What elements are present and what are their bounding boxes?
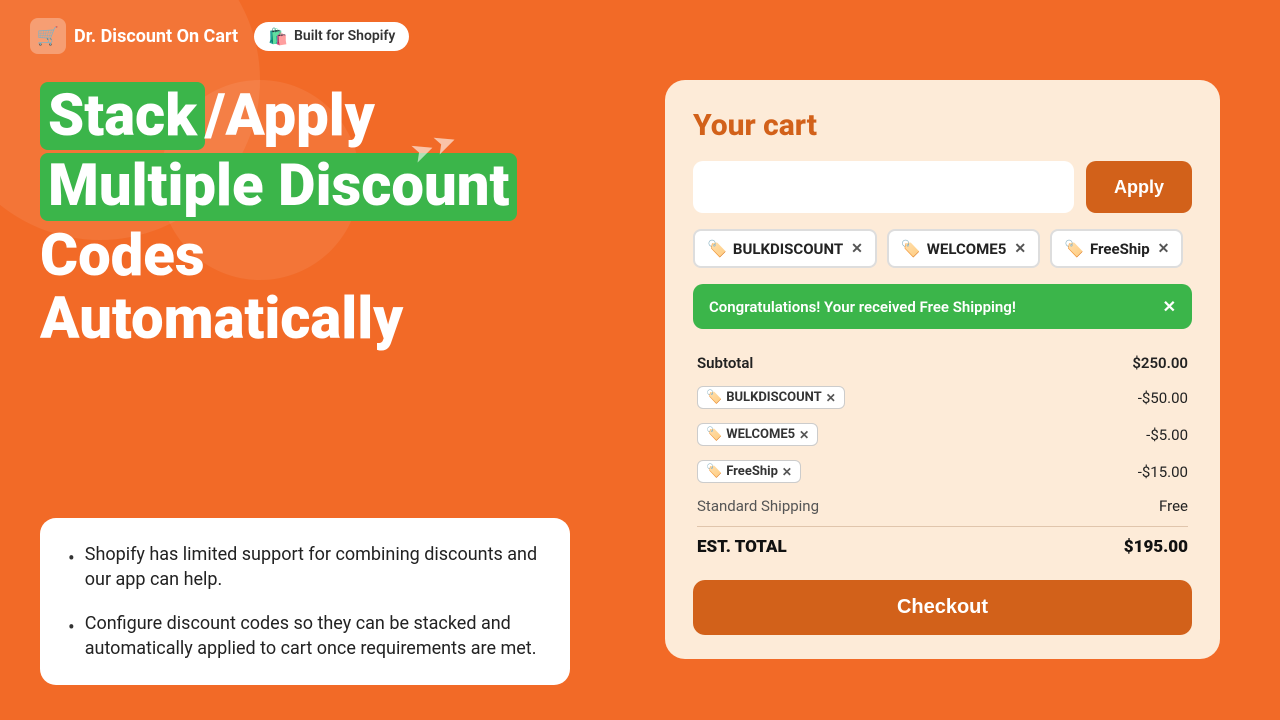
tags-row: 🏷️ BULKDISCOUNT ✕ 🏷️ WELCOME5 ✕ 🏷️ FreeS… bbox=[693, 229, 1192, 268]
tag-welcome5: 🏷️ WELCOME5 ✕ bbox=[887, 229, 1040, 268]
cart-panel: Your cart Apply 🏷️ BULKDISCOUNT ✕ 🏷️ WEL… bbox=[665, 80, 1220, 659]
line-tag-icon-3: 🏷️ bbox=[706, 464, 722, 479]
bullet-dot-2: • bbox=[68, 613, 75, 641]
bullet-dot-1: • bbox=[68, 544, 75, 572]
success-close[interactable]: ✕ bbox=[1163, 297, 1176, 316]
tag-remove-1[interactable]: ✕ bbox=[851, 241, 863, 257]
tag-label-3: FreeShip bbox=[1090, 240, 1150, 258]
bullet-item-2: • Configure discount codes so they can b… bbox=[68, 611, 542, 661]
welcome5-label: 🏷️ WELCOME5 ✕ bbox=[697, 423, 818, 446]
bullet-text-2: Configure discount codes so they can be … bbox=[85, 611, 542, 661]
headline-stack: Stack bbox=[40, 82, 205, 150]
cart-line-total: EST. TOTAL $195.00 bbox=[697, 526, 1188, 564]
apply-button[interactable]: Apply bbox=[1086, 161, 1192, 213]
line-tag-freeship: 🏷️ FreeShip ✕ bbox=[697, 460, 801, 483]
line-tag-bulk: 🏷️ BULKDISCOUNT ✕ bbox=[697, 386, 845, 409]
line-remove-2[interactable]: ✕ bbox=[799, 428, 809, 442]
success-message: Congratulations! Your received Free Ship… bbox=[709, 298, 1016, 316]
subtotal-value: $250.00 bbox=[1132, 354, 1188, 372]
tag-icon-2: 🏷️ bbox=[901, 239, 921, 258]
logo-text: Dr. Discount On Cart bbox=[74, 26, 238, 47]
cart-title: Your cart bbox=[693, 108, 1192, 143]
coupon-input[interactable] bbox=[693, 161, 1074, 213]
logo-icon: 🛒 bbox=[30, 18, 66, 54]
shipping-label: Standard Shipping bbox=[697, 497, 819, 515]
left-content: Stack/Apply Multiple Discount Codes Auto… bbox=[40, 85, 580, 360]
headline-line3: Codes Automatically bbox=[40, 225, 580, 353]
tag-remove-3[interactable]: ✕ bbox=[1158, 241, 1170, 257]
total-label: EST. TOTAL bbox=[697, 537, 787, 557]
line-remove-3[interactable]: ✕ bbox=[782, 465, 792, 479]
tag-icon-3: 🏷️ bbox=[1064, 239, 1084, 258]
total-value: $195.00 bbox=[1124, 537, 1188, 557]
bulkdiscount-label: 🏷️ BULKDISCOUNT ✕ bbox=[697, 386, 845, 409]
cart-lines: Subtotal $250.00 🏷️ BULKDISCOUNT ✕ -$50.… bbox=[693, 347, 1192, 564]
cart-line-freeship: 🏷️ FreeShip ✕ -$15.00 bbox=[697, 453, 1188, 490]
line-tag-icon-1: 🏷️ bbox=[706, 390, 722, 405]
bullet-item-1: • Shopify has limited support for combin… bbox=[68, 542, 542, 592]
cart-line-subtotal: Subtotal $250.00 bbox=[697, 347, 1188, 379]
cart-line-welcome5: 🏷️ WELCOME5 ✕ -$5.00 bbox=[697, 416, 1188, 453]
tag-label-2: WELCOME5 bbox=[927, 240, 1007, 258]
line-tag-icon-2: 🏷️ bbox=[706, 427, 722, 442]
bullet-box: • Shopify has limited support for combin… bbox=[40, 518, 570, 685]
header: 🛒 Dr. Discount On Cart 🛍️ Built for Shop… bbox=[30, 18, 409, 54]
freeship-value: -$15.00 bbox=[1138, 463, 1188, 481]
headline: Stack/Apply Multiple Discount Codes Auto… bbox=[40, 85, 580, 352]
shopify-icon: 🛍️ bbox=[268, 27, 288, 46]
cart-line-bulkdiscount: 🏷️ BULKDISCOUNT ✕ -$50.00 bbox=[697, 379, 1188, 416]
tag-freeship: 🏷️ FreeShip ✕ bbox=[1050, 229, 1183, 268]
tag-remove-2[interactable]: ✕ bbox=[1014, 241, 1026, 257]
freeship-label: 🏷️ FreeShip ✕ bbox=[697, 460, 801, 483]
shopify-badge: 🛍️ Built for Shopify bbox=[254, 22, 409, 51]
checkout-button[interactable]: Checkout bbox=[693, 580, 1192, 635]
headline-slash: / bbox=[205, 82, 225, 150]
logo: 🛒 Dr. Discount On Cart bbox=[30, 18, 238, 54]
bulkdiscount-value: -$50.00 bbox=[1138, 389, 1188, 407]
coupon-row: Apply bbox=[693, 161, 1192, 213]
line-remove-1[interactable]: ✕ bbox=[826, 391, 836, 405]
shipping-value: Free bbox=[1159, 497, 1188, 515]
success-banner: Congratulations! Your received Free Ship… bbox=[693, 284, 1192, 329]
line-tag-welcome5: 🏷️ WELCOME5 ✕ bbox=[697, 423, 818, 446]
shopify-badge-text: Built for Shopify bbox=[294, 28, 395, 44]
welcome5-value: -$5.00 bbox=[1146, 426, 1188, 444]
bullet-text-1: Shopify has limited support for combinin… bbox=[85, 542, 542, 592]
tag-bulkdiscount: 🏷️ BULKDISCOUNT ✕ bbox=[693, 229, 877, 268]
subtotal-label: Subtotal bbox=[697, 354, 753, 372]
tag-icon-1: 🏷️ bbox=[707, 239, 727, 258]
headline-line2: Multiple Discount bbox=[40, 153, 517, 221]
headline-apply: Apply bbox=[225, 82, 374, 150]
tag-label-1: BULKDISCOUNT bbox=[733, 240, 843, 258]
cart-line-shipping: Standard Shipping Free bbox=[697, 490, 1188, 522]
